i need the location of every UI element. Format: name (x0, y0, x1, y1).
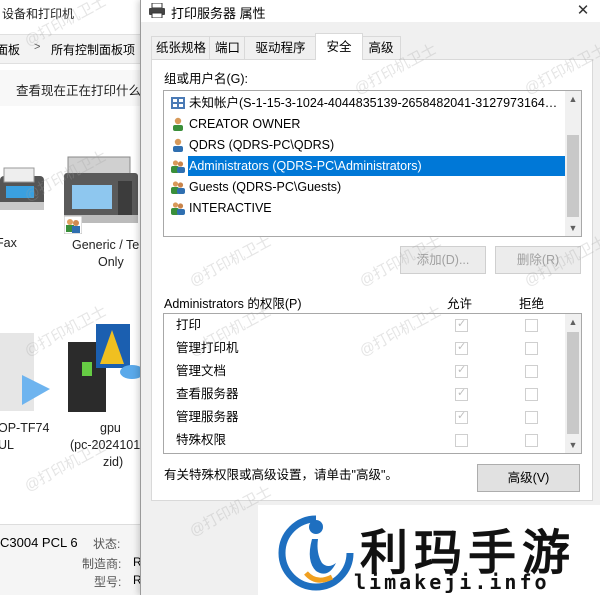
allow-column-header: 允许 (447, 297, 473, 311)
allow-checkbox[interactable] (455, 340, 468, 355)
group-icon (171, 202, 185, 215)
scroll-down-icon[interactable]: ▼ (565, 437, 581, 453)
deny-checkbox[interactable] (525, 342, 538, 355)
device-label-gpu-line2: (pc-2024101 (70, 438, 141, 452)
details-model: C3004 PCL 6 (0, 535, 78, 550)
permission-row: 查看服务器 (176, 387, 239, 401)
printer-icon[interactable] (0, 325, 52, 417)
logo-mark-icon (278, 515, 354, 591)
allow-checkbox[interactable] (455, 409, 468, 424)
permission-row: 特殊权限 (176, 433, 227, 447)
tab-drivers[interactable]: 驱动程序 (244, 36, 317, 59)
logo-url-text: limakeji.info (354, 570, 550, 594)
user-name: QDRS (QDRS-PC\QDRS) (189, 138, 335, 152)
users-list-label: 组或用户名(G): (164, 72, 249, 86)
users-listbox[interactable]: 未知帐户(S-1-15-3-1024-4044835139-2658482041… (163, 90, 582, 237)
tab-ports[interactable]: 端口 (209, 36, 246, 59)
users-scrollbar[interactable]: ▲ ▼ (565, 91, 581, 236)
unknown-account-icon (171, 97, 185, 109)
device-label-op: OP-TF74 (0, 421, 50, 435)
user-name: INTERACTIVE (189, 201, 272, 215)
deny-checkbox[interactable] (525, 434, 538, 447)
tab-advanced[interactable]: 高级 (361, 36, 401, 59)
user-icon (173, 117, 183, 131)
user-name: 未知帐户(S-1-15-3-1024-4044835139-2658482041… (189, 96, 558, 110)
group-icon (171, 160, 185, 173)
permission-row: 打印 (176, 318, 202, 332)
add-button[interactable]: 添加(D)... (400, 246, 486, 274)
permission-row: 管理打印机 (176, 341, 239, 355)
remove-button[interactable]: 删除(R) (495, 246, 581, 274)
scrollbar-thumb[interactable] (567, 135, 579, 217)
dialog-title: 打印服务器 属性 (171, 6, 266, 21)
scroll-up-icon[interactable]: ▲ (565, 314, 581, 330)
printer-icon (149, 3, 165, 18)
window-title: 设备和打印机 (2, 7, 75, 21)
details-model-label: 型号: (94, 575, 122, 589)
allow-checkbox[interactable] (455, 386, 468, 401)
advanced-button[interactable]: 高级(V) (477, 464, 580, 492)
shared-users-icon (64, 216, 82, 234)
details-state-label: 状态: (93, 537, 121, 551)
allow-checkbox[interactable] (455, 434, 468, 447)
user-icon (173, 138, 183, 152)
tab-paper-sizes[interactable]: 纸张规格 (151, 36, 211, 59)
deny-checkbox[interactable] (525, 388, 538, 401)
tab-security[interactable]: 安全 (315, 33, 363, 60)
user-name: CREATOR OWNER (189, 117, 301, 131)
permission-row: 管理服务器 (176, 410, 239, 424)
deny-checkbox[interactable] (525, 411, 538, 424)
scroll-down-icon[interactable]: ▼ (565, 220, 581, 236)
permissions-list: 打印 管理打印机 管理文档 查看服务器 管理服务器 特殊权限 ▲ ▼ (163, 313, 582, 454)
allow-checkbox[interactable] (455, 363, 468, 378)
allow-checkbox[interactable] (455, 317, 468, 332)
close-icon[interactable]: ✕ (569, 0, 597, 22)
device-label-generic-line2: Only (98, 255, 124, 269)
breadcrumb-item[interactable]: 所有控制面板项 (51, 41, 135, 58)
permissions-title: Administrators 的权限(P) (164, 297, 302, 311)
details-maker-label: 制造商: (82, 557, 122, 571)
device-label-op-line2: UL (0, 438, 14, 452)
permission-row: 管理文档 (176, 364, 227, 378)
scroll-up-icon[interactable]: ▲ (565, 91, 581, 107)
device-label-gpu: gpu (100, 421, 121, 435)
device-label-generic: Generic / Te (72, 238, 140, 252)
chevron-right-icon[interactable]: > (34, 41, 40, 53)
fax-icon[interactable] (0, 158, 48, 220)
user-name: Administrators (QDRS-PC\Administrators) (188, 156, 566, 176)
background-explorer-window: 设备和打印机 面板 > 所有控制面板项 查看现在正在打印什么 Fax Gener… (0, 0, 145, 595)
deny-checkbox[interactable] (525, 319, 538, 332)
device-label-gpu-line3: zid) (103, 455, 124, 469)
advanced-hint-text: 有关特殊权限或高级设置，请单击"高级"。 (164, 468, 398, 482)
group-icon (171, 181, 185, 194)
scrollbar-thumb[interactable] (567, 332, 579, 434)
deny-checkbox[interactable] (525, 365, 538, 378)
device-label-fax: Fax (0, 236, 17, 250)
computer-tower-icon[interactable] (66, 322, 144, 414)
deny-column-header: 拒绝 (519, 297, 545, 311)
permissions-scrollbar[interactable]: ▲ ▼ (565, 314, 581, 453)
address-bar[interactable]: 面板 > 所有控制面板项 (0, 34, 145, 64)
details-pane: C3004 PCL 6 状态: 制造商: 型号: R R (0, 524, 145, 595)
see-whats-printing-link[interactable]: 查看现在正在打印什么 (16, 80, 141, 99)
breadcrumb-item[interactable]: 面板 (0, 41, 20, 58)
dialog-titlebar[interactable]: 打印服务器 属性 ✕ (141, 0, 600, 22)
site-logo: 利玛手游 limakeji.info (258, 505, 600, 595)
user-name: Guests (QDRS-PC\Guests) (189, 180, 342, 194)
